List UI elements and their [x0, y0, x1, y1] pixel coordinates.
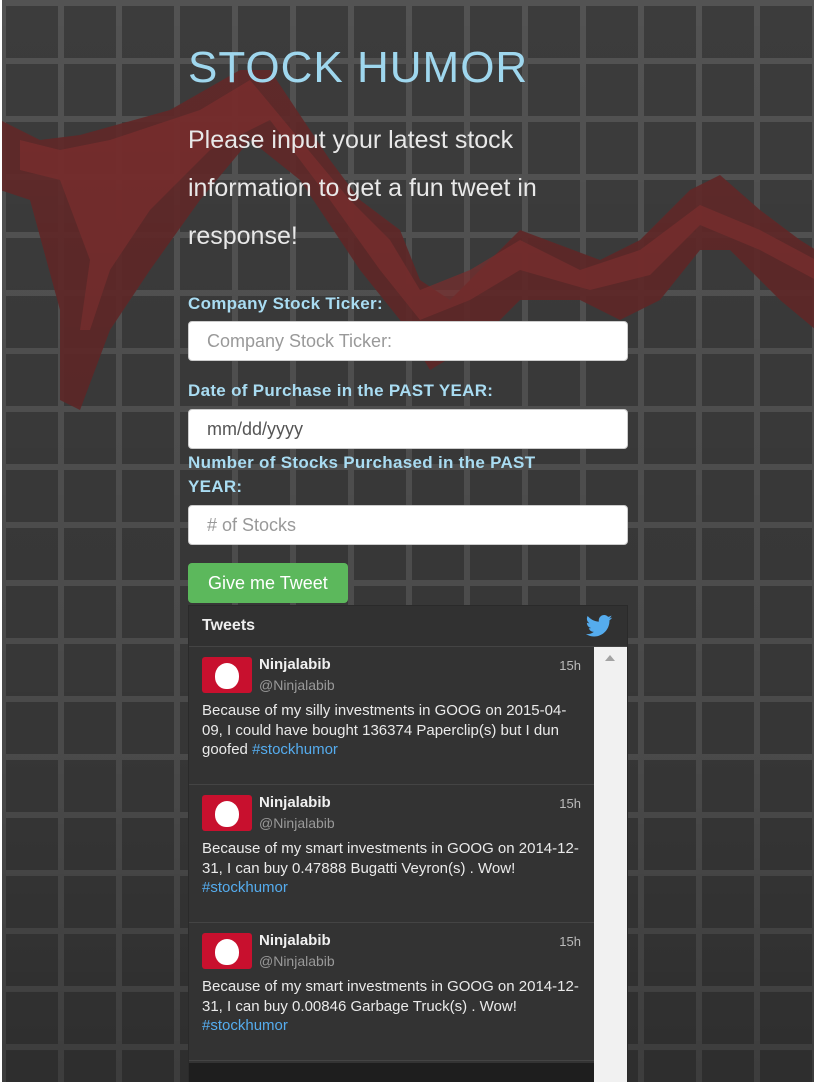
hashtag-link[interactable]: #stockhumor — [252, 741, 338, 758]
widget-header: Tweets — [189, 606, 627, 647]
tweet-text: Because of my silly investments in GOOG … — [202, 701, 582, 760]
tweet-text: Because of my smart investments in GOOG … — [202, 839, 582, 898]
date-label: Date of Purchase in the PAST YEAR: — [188, 381, 494, 400]
date-input[interactable]: mm/dd/yyyy — [188, 409, 628, 449]
tweet-item[interactable]: Ninjalabib @Ninjalabib 15h Because of my… — [189, 785, 594, 923]
tweet-timestamp[interactable]: 15h — [559, 796, 581, 811]
page-title: STOCK HUMOR — [188, 43, 529, 92]
hashtag-link[interactable]: #stockhumor — [202, 879, 288, 896]
tweet-author-handle[interactable]: @Ninjalabib — [259, 677, 335, 693]
tweet-list-scrollbar[interactable] — [594, 647, 627, 1082]
tweet-author-handle[interactable]: @Ninjalabib — [259, 815, 335, 831]
intro-text: Please input your latest stock informati… — [188, 126, 537, 250]
scroll-up-arrow-icon[interactable] — [605, 655, 615, 661]
twitter-widget: Tweets Ninjalabib @Ninjalabib 15h Becaus… — [188, 605, 628, 1082]
count-input[interactable]: # of Stocks — [188, 505, 628, 545]
stock-form: Company Stock Ticker: Company Stock Tick… — [188, 292, 628, 603]
tweet-item[interactable]: Ninjalabib @Ninjalabib 15h Because of my… — [189, 923, 594, 1061]
egg-avatar-icon[interactable] — [202, 657, 252, 693]
tweet-author-name[interactable]: Ninjalabib — [259, 794, 331, 811]
egg-avatar-icon[interactable] — [202, 933, 252, 969]
give-me-tweet-button[interactable]: Give me Tweet — [188, 563, 348, 603]
ticker-label: Company Stock Ticker: — [188, 294, 383, 313]
tweet-author-name[interactable]: Ninjalabib — [259, 932, 331, 949]
tweet-item[interactable]: Ninjalabib @Ninjalabib 15h Because of my… — [189, 647, 594, 785]
hashtag-link[interactable]: #stockhumor — [202, 1017, 288, 1034]
ticker-input[interactable]: Company Stock Ticker: — [188, 321, 628, 361]
twitter-bird-icon[interactable] — [585, 615, 613, 642]
tweet-body: Because of my smart investments in GOOG … — [202, 840, 579, 877]
tweet-list: Ninjalabib @Ninjalabib 15h Because of my… — [189, 647, 594, 1082]
tweet-timestamp[interactable]: 15h — [559, 658, 581, 673]
tweet-timestamp[interactable]: 15h — [559, 934, 581, 949]
tweet-text: Because of my smart investments in GOOG … — [202, 977, 582, 1036]
main-content: STOCK HUMOR Please input your latest sto… — [188, 40, 628, 603]
tweet-author-handle[interactable]: @Ninjalabib — [259, 953, 335, 969]
tweet-body: Because of my smart investments in GOOG … — [202, 978, 579, 1015]
egg-avatar-icon[interactable] — [202, 795, 252, 831]
tweet-author-name[interactable]: Ninjalabib — [259, 656, 331, 673]
count-label: Number of Stocks Purchased in the PAST Y… — [188, 453, 536, 496]
widget-footer — [189, 1063, 594, 1082]
widget-title[interactable]: Tweets — [202, 617, 255, 635]
